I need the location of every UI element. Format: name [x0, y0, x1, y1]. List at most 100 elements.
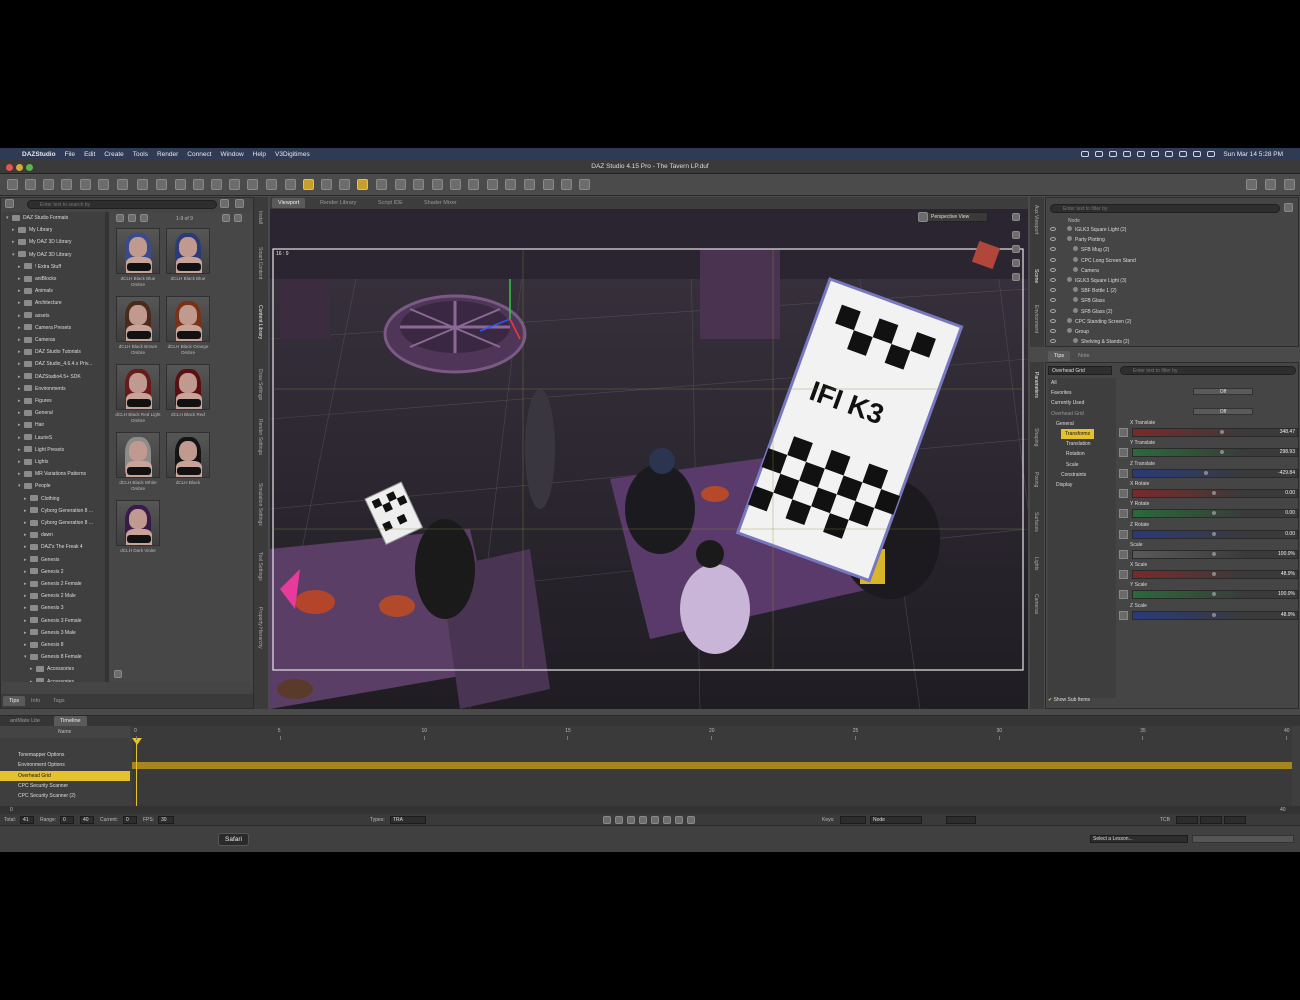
folder-tree-item[interactable]: ▸ Figures: [18, 395, 52, 407]
folder-tree-item[interactable]: ▾ Genesis 8 Female: [24, 651, 82, 663]
folder-tree-item[interactable]: ▸ Light Presets: [18, 444, 64, 456]
menu-v3digitimes[interactable]: V3Digitimes: [275, 151, 310, 158]
menubar-clock[interactable]: Sun Mar 14 5:28 PM: [1223, 151, 1283, 158]
tcb-label[interactable]: TCB: [1160, 817, 1170, 823]
slider-options-icon[interactable]: [1119, 448, 1128, 458]
eye-icon[interactable]: [1050, 329, 1056, 333]
slider-knob[interactable]: [1212, 531, 1216, 536]
play-icon[interactable]: [651, 816, 659, 824]
menu-tools[interactable]: Tools: [133, 151, 148, 158]
show-sub-items-checkbox[interactable]: ✔ Show Sub Items: [1048, 697, 1090, 703]
slider-knob[interactable]: [1212, 612, 1216, 617]
universal-gizmo-icon[interactable]: [357, 179, 368, 190]
folder-tree-item[interactable]: ▸ LaurieS: [18, 432, 52, 444]
slider-options-icon[interactable]: [1119, 428, 1128, 437]
playhead-marker[interactable]: [132, 738, 142, 745]
folder-tree-item[interactable]: ▾ People: [18, 480, 51, 492]
tab-tips[interactable]: Tips: [3, 696, 26, 706]
current-field[interactable]: 0: [123, 816, 137, 824]
folder-tree-item[interactable]: ▸ Camera Presets: [18, 322, 71, 334]
tab-render-library[interactable]: Render Library: [314, 198, 362, 208]
slider-knob[interactable]: [1212, 551, 1216, 556]
vtab-posing[interactable]: Posing: [1033, 472, 1039, 487]
folder-tree-item[interactable]: ▸ Clothing: [24, 493, 59, 505]
slider-value[interactable]: 0.00: [1285, 530, 1295, 539]
lock-icon[interactable]: [561, 179, 572, 190]
joint-editor-icon[interactable]: [229, 179, 240, 190]
scene-node-row[interactable]: SFB Glass (2): [1050, 307, 1290, 317]
slider-value[interactable]: -429.84: [1278, 469, 1295, 478]
slider-value[interactable]: 48.9%: [1281, 570, 1295, 579]
slider-options-icon[interactable]: [1119, 570, 1128, 580]
folder-tree-item[interactable]: ▸ dawn: [24, 529, 53, 541]
eye-icon[interactable]: [1050, 227, 1056, 231]
parameter-slider[interactable]: Z Rotate 0.00: [1118, 522, 1298, 542]
folder-tree-item[interactable]: ▸ assets: [18, 310, 49, 322]
folder-tree-item[interactable]: ▸ Cyborg Generation 8 ...: [24, 505, 93, 517]
lesson-select[interactable]: Select a Lesson...: [1090, 835, 1188, 843]
asset-label[interactable]: dCLH Black Brown Ombre: [113, 344, 163, 356]
parameters-filter-input[interactable]: Enter text to filter by: [1120, 366, 1296, 375]
tab-info[interactable]: Info: [25, 696, 46, 706]
slider-options-icon[interactable]: [1119, 468, 1128, 478]
parameter-category[interactable]: Rotation: [1066, 449, 1085, 459]
geometry-editor-icon[interactable]: [432, 179, 443, 190]
folder-tree-item[interactable]: ▸ Cyborg Generation 8 ...: [24, 517, 93, 529]
forward-icon[interactable]: [140, 214, 148, 222]
fps-field[interactable]: 30: [158, 816, 174, 824]
parameter-category[interactable]: Overhead Grid: [1051, 409, 1084, 419]
parameter-category[interactable]: Scale: [1066, 460, 1079, 470]
slider-value[interactable]: 0.00: [1285, 489, 1295, 498]
range-start-field[interactable]: 0: [60, 816, 74, 824]
minimize-window-icon[interactable]: [16, 164, 23, 171]
slider-value[interactable]: 100.0%: [1278, 590, 1295, 599]
folder-tree-item[interactable]: ▸ Environments: [18, 383, 66, 395]
scene-node-row[interactable]: Shelving & Stands (2): [1050, 337, 1290, 347]
parameter-category[interactable]: Transforms: [1061, 429, 1095, 439]
render-icon[interactable]: [468, 179, 479, 190]
tab-tags[interactable]: Tags: [47, 696, 71, 706]
battery-icon[interactable]: [1123, 151, 1132, 157]
add-icon[interactable]: [114, 670, 122, 678]
range-end-field[interactable]: 40: [80, 816, 94, 824]
rotate-gizmo-icon[interactable]: [376, 179, 387, 190]
scene-node-row[interactable]: CPC Long Screen Stand: [1050, 256, 1290, 266]
slider-track[interactable]: [1132, 468, 1298, 478]
eye-icon[interactable]: [1050, 247, 1056, 252]
vtab-shaping[interactable]: Shaping: [1033, 428, 1039, 446]
slider-options-icon[interactable]: [1119, 610, 1128, 620]
scene-node-row[interactable]: Camera: [1050, 266, 1290, 276]
tab-timeline[interactable]: Timeline: [54, 716, 87, 726]
prev-key-icon[interactable]: [627, 816, 635, 824]
tab-viewport[interactable]: Viewport: [272, 198, 306, 208]
loop-icon[interactable]: [603, 816, 611, 824]
view-select[interactable]: Perspective View: [918, 212, 988, 222]
status-icon[interactable]: [1095, 151, 1104, 157]
eye-icon[interactable]: [1050, 257, 1056, 262]
vtab-cameras[interactable]: Cameras: [1033, 594, 1039, 614]
folder-tree-item[interactable]: ▸ Lights: [18, 456, 48, 468]
folder-tree-item[interactable]: ▸ Genesis 3 Female: [24, 615, 82, 627]
new-scene-icon[interactable]: [7, 179, 18, 190]
vtab-content-library[interactable]: Content Library: [257, 305, 263, 339]
folder-tree-item[interactable]: ▸ Accessories: [30, 676, 74, 682]
keys-field[interactable]: [840, 816, 866, 824]
folder-tree-item[interactable]: ▸ DAZStudio4.5+ SDK: [18, 371, 81, 383]
eye-icon[interactable]: [1050, 339, 1056, 344]
folder-tree-item[interactable]: ▸ My Library: [12, 224, 52, 236]
parameter-category[interactable]: Constraints: [1061, 470, 1086, 480]
parameter-slider[interactable]: X Translate 348.47: [1118, 420, 1298, 440]
eye-icon[interactable]: [1050, 288, 1056, 293]
scene-node-row[interactable]: SFB Glass: [1050, 296, 1290, 306]
content-search-input[interactable]: Enter text to search by: [27, 200, 217, 209]
node-select[interactable]: Overhead Grid: [1048, 366, 1112, 375]
parameter-slider[interactable]: Y Rotate 0.00: [1118, 501, 1298, 521]
scale-gizmo-icon[interactable]: [413, 179, 424, 190]
asset-label[interactable]: dCLH Black Blue: [163, 276, 213, 282]
universal-tool-icon[interactable]: [156, 179, 167, 190]
surface-selection-icon[interactable]: [285, 179, 296, 190]
tab-scene-tips[interactable]: Tips: [1048, 351, 1071, 361]
link-icon[interactable]: [543, 179, 554, 190]
parameter-slider[interactable]: Scale 100.0%: [1118, 542, 1298, 562]
parameter-category[interactable]: Currently Used: [1051, 398, 1084, 408]
